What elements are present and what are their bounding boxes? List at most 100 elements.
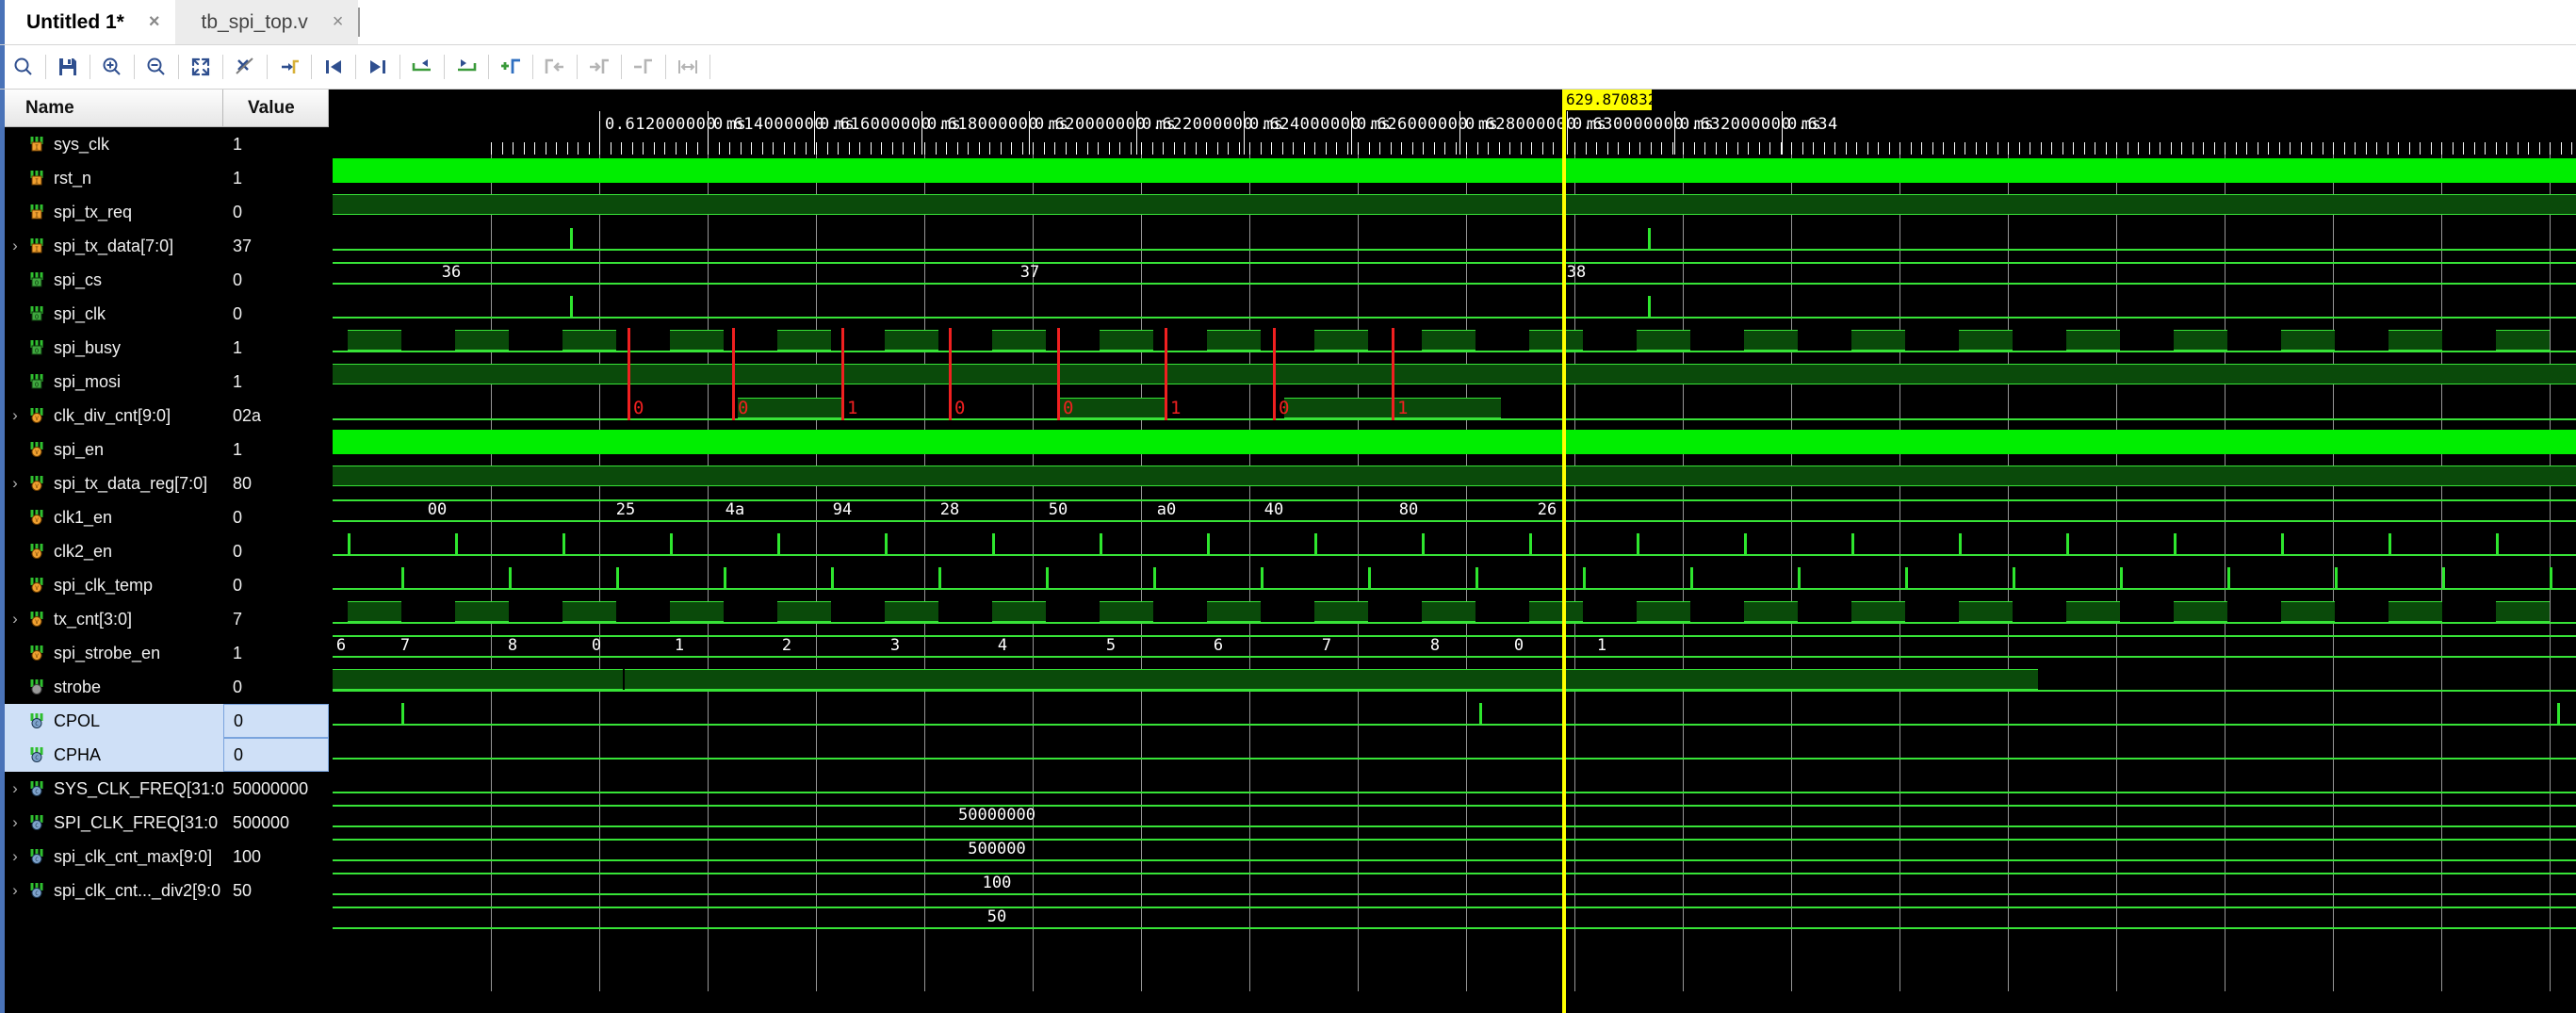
signal-value-label: 1 <box>233 337 243 357</box>
wave-clk1-en-pulse <box>1959 533 1962 554</box>
signal-row-rst-n[interactable]: Irst_n <box>5 161 223 195</box>
close-icon[interactable]: × <box>333 11 344 33</box>
signal-value-spi-cs[interactable]: 0 <box>223 263 329 297</box>
chevron-right-icon[interactable]: › <box>5 406 25 425</box>
chevron-right-icon[interactable]: › <box>5 881 25 900</box>
wave-gridline <box>1358 155 1359 991</box>
signal-row-spi-cs[interactable]: Ospi_cs <box>5 263 223 297</box>
mosi-sample-value: 1 <box>1397 398 1409 418</box>
signal-row-spi-busy[interactable]: Ospi_busy <box>5 331 223 365</box>
wave-spi-clk <box>1314 330 1368 351</box>
signal-row-sys-clk[interactable]: Isys_clk <box>5 127 223 161</box>
signal-value-cpol[interactable]: 0 <box>223 704 329 738</box>
signal-value-clk2-en[interactable]: 0 <box>223 534 329 568</box>
signal-value-tx-cnt-3-0-[interactable]: 7 <box>223 602 329 636</box>
signal-value-spi-clk[interactable]: 0 <box>223 297 329 331</box>
close-icon[interactable]: × <box>149 11 160 33</box>
signal-value-spi-clk-temp[interactable]: 0 <box>223 568 329 602</box>
ruler-major-tick <box>814 111 815 155</box>
signal-row-sys-clk-freq-31-0[interactable]: › C SYS_CLK_FREQ[31:0 <box>5 772 223 806</box>
zoom-cursor-icon[interactable] <box>226 48 264 86</box>
ruler-minor-tick <box>2311 142 2312 155</box>
goto-edge-icon[interactable] <box>270 48 308 86</box>
signal-name-label: clk1_en <box>54 507 113 527</box>
signal-value-spi-busy[interactable]: 1 <box>223 331 329 365</box>
toolbar-separator <box>311 55 312 79</box>
bus-value-label: 28 <box>939 500 960 519</box>
signal-value-rst-n[interactable]: 1 <box>223 161 329 195</box>
ruler-minor-tick <box>1174 142 1175 155</box>
value-column-header[interactable]: Value <box>223 90 329 127</box>
signal-row-clk2-en[interactable]: Vclk2_en <box>5 534 223 568</box>
zoom-out-icon[interactable] <box>138 48 175 86</box>
signal-row-spi-tx-req[interactable]: Ispi_tx_req <box>5 195 223 229</box>
toolbar-separator <box>45 55 46 79</box>
signal-row-spi-clk-freq-31-0[interactable]: › C SPI_CLK_FREQ[31:0 <box>5 806 223 840</box>
signal-value-sys-clk-freq-31-0[interactable]: 50000000 <box>223 772 329 806</box>
next-transition-icon[interactable] <box>448 48 485 86</box>
prev-transition-icon[interactable] <box>403 48 441 86</box>
signal-value-spi-clk-cnt-max-9-0-[interactable]: 100 <box>223 840 329 874</box>
signal-value-spi-tx-req[interactable]: 0 <box>223 195 329 229</box>
waveform-canvas[interactable]: 36 37 38 0 0 1 0 0 1 0 1 00 25 4a 94 28 50 a0 40 80 26 6 7 8 0 1 2… <box>333 155 2576 991</box>
signal-value-cpha[interactable]: 0 <box>223 738 329 772</box>
signal-value-sys-clk[interactable]: 1 <box>223 127 329 161</box>
signal-value-spi-clk-cnt-div2-9-0[interactable]: 50 <box>223 874 329 907</box>
chevron-right-icon[interactable]: › <box>5 813 25 832</box>
ruler-minor-tick <box>1921 142 1922 155</box>
signal-value-spi-clk-freq-31-0[interactable]: 500000 <box>223 806 329 840</box>
mosi-sample-marker <box>949 328 952 420</box>
signal-row-clk-div-cnt-9-0-[interactable]: › Vclk_div_cnt[9:0] <box>5 399 223 433</box>
signal-row-spi-clk-cnt-div2-9-0[interactable]: › Cspi_clk_cnt..._div2[9:0 <box>5 874 223 907</box>
signal-row-clk1-en[interactable]: Vclk1_en <box>5 500 223 534</box>
signal-row-spi-clk[interactable]: Ospi_clk <box>5 297 223 331</box>
cursor-line[interactable] <box>1562 90 1566 1013</box>
signal-row-spi-mosi[interactable]: Ospi_mosi <box>5 365 223 399</box>
chevron-right-icon[interactable]: › <box>5 237 25 255</box>
signal-value-spi-tx-data-reg-7-0-[interactable]: 80 <box>223 466 329 500</box>
signal-row-spi-clk-cnt-max-9-0-[interactable]: › Cspi_clk_cnt_max[9:0] <box>5 840 223 874</box>
time-ruler[interactable]: 0.612000000 ms 0.614000000 ms 0.616000000 … <box>333 90 2576 155</box>
signal-name-label: spi_clk_cnt_max[9:0] <box>54 846 213 866</box>
ruler-minor-tick <box>1022 142 1023 155</box>
signal-value-spi-en[interactable]: 1 <box>223 433 329 466</box>
chevron-right-icon[interactable]: › <box>5 847 25 866</box>
save-icon[interactable] <box>49 48 87 86</box>
add-marker-icon[interactable] <box>492 48 530 86</box>
signal-value-spi-mosi[interactable]: 1 <box>223 365 329 399</box>
wave-spi-clk-temp <box>348 601 401 622</box>
signal-value-spi-tx-data-7-0-[interactable]: 37 <box>223 229 329 263</box>
goto-start-icon[interactable] <box>315 48 352 86</box>
zoom-fit-icon[interactable] <box>182 48 220 86</box>
tab-tb-spi-top-v[interactable]: tb_spi_top.v × <box>174 0 359 44</box>
signal-row-cpha[interactable]: C CPHA <box>5 738 223 772</box>
signal-row-cpol[interactable]: C CPOL <box>5 704 223 738</box>
signal-row-spi-strobe-en[interactable]: Vspi_strobe_en <box>5 636 223 670</box>
signal-row-spi-tx-data-reg-7-0-[interactable]: › Vspi_tx_data_reg[7:0] <box>5 466 223 500</box>
tab-untitled-1[interactable]: Untitled 1* × <box>0 0 175 44</box>
name-column-header[interactable]: Name <box>5 90 223 127</box>
chevron-right-icon[interactable]: › <box>5 779 25 798</box>
signal-value-clk1-en[interactable]: 0 <box>223 500 329 534</box>
signal-value-label: 0 <box>233 507 243 527</box>
chevron-right-icon[interactable]: › <box>5 610 25 629</box>
zoom-in-icon[interactable] <box>93 48 131 86</box>
waveform-panel[interactable]: 0.612000000 ms 0.614000000 ms 0.616000000 … <box>333 90 2576 1013</box>
wave-spi-strobe-en-high <box>625 669 1567 690</box>
signal-row-spi-tx-data-7-0-[interactable]: › Ispi_tx_data[7:0] <box>5 229 223 263</box>
signal-row-spi-en[interactable]: Vspi_en <box>5 433 223 466</box>
ruler-minor-tick <box>1683 142 1684 155</box>
goto-end-icon[interactable] <box>359 48 397 86</box>
signal-value-strobe[interactable]: 0 <box>223 670 329 704</box>
signal-row-tx-cnt-3-0-[interactable]: › Vtx_cnt[3:0] <box>5 602 223 636</box>
wave-spi-clk <box>2496 330 2550 351</box>
find-icon[interactable] <box>5 48 42 86</box>
wave-spi-clk-temp <box>1207 601 1261 622</box>
signal-value-clk-div-cnt-9-0-[interactable]: 02a <box>223 399 329 433</box>
chevron-right-icon[interactable]: › <box>5 474 25 493</box>
signal-value-spi-strobe-en[interactable]: 1 <box>223 636 329 670</box>
signal-row-strobe[interactable]: strobe <box>5 670 223 704</box>
signal-row-spi-clk-temp[interactable]: Vspi_clk_temp <box>5 568 223 602</box>
